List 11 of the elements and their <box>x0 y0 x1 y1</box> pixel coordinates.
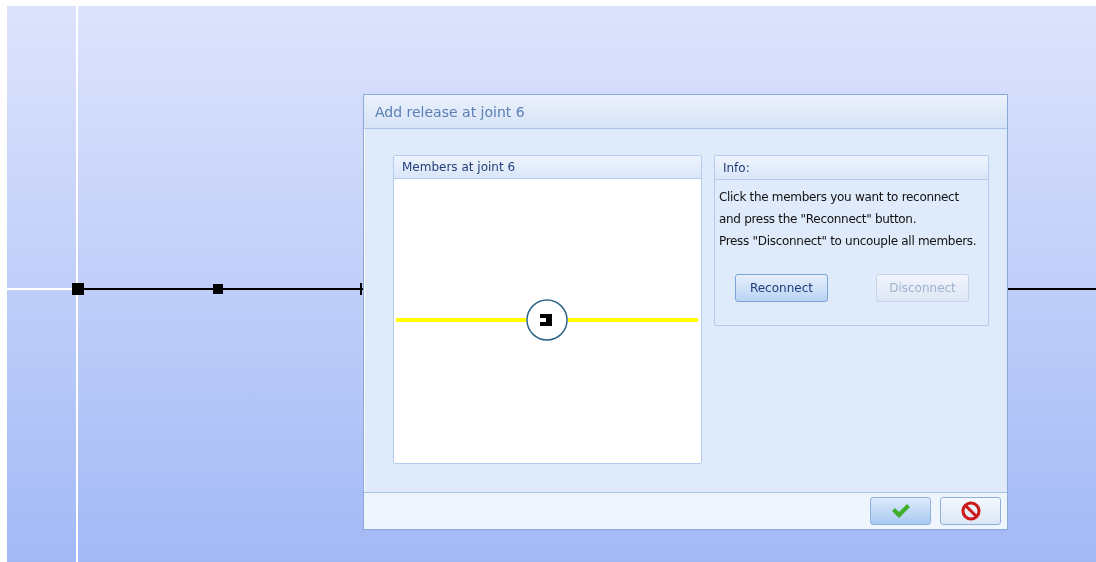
cancel-button[interactable] <box>940 497 1001 525</box>
ok-button[interactable] <box>870 497 931 525</box>
action-button[interactable]: Reconnect <box>734 274 828 302</box>
info-text: Click the members you want to reconnect <box>718 189 960 206</box>
panel-title: Info: <box>714 156 988 180</box>
check-icon <box>890 504 911 518</box>
info-text: Press "Disconnect" to uncouple all members. <box>718 233 978 250</box>
info-text: and press the "Reconnect" button. <box>718 211 918 228</box>
dialog-title: Add release at joint 6 <box>375 103 525 120</box>
panel-title: Members at joint 6 <box>394 156 701 179</box>
prohibited-icon <box>960 501 981 521</box>
